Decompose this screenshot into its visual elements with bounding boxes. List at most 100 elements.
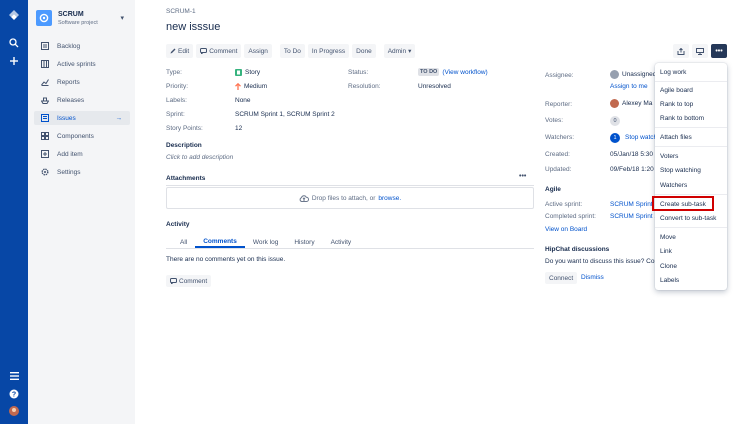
admin-button[interactable]: Admin ▾ (383, 44, 416, 58)
attachments-divider (166, 185, 534, 186)
gear-icon (40, 168, 49, 177)
tab-activity[interactable]: Activity (323, 236, 360, 248)
todo-button[interactable]: To Do (279, 44, 305, 58)
issue-title[interactable]: new isssue (166, 21, 220, 33)
project-sidebar: SCRUM Software project ▾ Backlog Active … (28, 0, 135, 424)
menu-item-watchers[interactable]: Watchers (655, 179, 727, 191)
sidebar-item-active-sprints[interactable]: Active sprints (34, 57, 130, 71)
attachments-heading: Attachments (166, 175, 206, 182)
help-icon[interactable]: ? (0, 389, 28, 399)
attachments-menu-icon[interactable]: ••• (519, 173, 526, 180)
menu-item-clone[interactable]: Clone (655, 260, 727, 272)
menu-item-rank-top[interactable]: Rank to top (655, 98, 727, 110)
sidebar-item-issues[interactable]: Issues → (34, 111, 130, 125)
labels-label: Labels: (166, 97, 187, 104)
menu-item-agile-board[interactable]: Agile board (655, 84, 727, 96)
labels-value[interactable]: None (235, 97, 251, 104)
sidebar-item-components[interactable]: Components (34, 129, 130, 143)
chevron-down-icon[interactable]: ▾ (120, 14, 124, 22)
admin-label: Admin (387, 47, 407, 55)
menu-item-move[interactable]: Move (655, 231, 727, 243)
menu-item-attach-files[interactable]: Attach files (655, 131, 727, 143)
completed-sprint-link[interactable]: SCRUM Sprint 1 (610, 213, 658, 220)
menu-item-rank-bottom[interactable]: Rank to bottom (655, 112, 727, 124)
assign-button[interactable]: Assign (244, 44, 272, 58)
menu-item-link[interactable]: Link (655, 245, 727, 257)
sidebar-item-releases[interactable]: Releases (34, 93, 130, 107)
attachment-dropzone[interactable]: Drop files to attach, or browse. (166, 187, 534, 209)
create-plus-icon[interactable] (0, 56, 28, 66)
menu-item-labels[interactable]: Labels (655, 274, 727, 286)
menu-item-stop-watching[interactable]: Stop watching (655, 164, 727, 176)
watchers-count[interactable]: 1 (610, 133, 620, 143)
type-value[interactable]: Story (235, 69, 260, 76)
search-icon[interactable] (0, 38, 28, 48)
active-sprint-link[interactable]: SCRUM Sprint (610, 201, 653, 208)
view-workflow-link[interactable]: (View workflow) (442, 69, 487, 76)
export-button[interactable] (692, 44, 708, 58)
menu-item-log-work[interactable]: Log work (655, 66, 727, 78)
tabs-divider (166, 248, 534, 249)
tab-all[interactable]: All (172, 236, 195, 248)
in-progress-button[interactable]: In Progress (307, 44, 350, 58)
menu-icon[interactable] (0, 372, 28, 380)
menu-item-convert-subtask[interactable]: Convert to sub-task (655, 212, 727, 224)
sidebar-item-label: Settings (57, 168, 81, 176)
sidebar-item-label: Releases (57, 96, 85, 104)
components-icon (40, 132, 49, 141)
menu-item-voters[interactable]: Voters (655, 150, 727, 162)
story-points-value[interactable]: 12 (235, 125, 242, 132)
arrow-up-icon (235, 83, 241, 90)
tab-work-log[interactable]: Work log (245, 236, 287, 248)
arrow-right-icon: → (115, 114, 123, 122)
jira-logo-icon[interactable] (0, 10, 28, 22)
issue-view: SCRUM-1 new isssue Edit Comment Assign T… (135, 0, 736, 424)
comment-button[interactable]: Comment (196, 44, 242, 58)
menu-divider (655, 146, 727, 147)
chevron-down-icon: ▾ (408, 48, 412, 55)
resolution-label: Resolution: (348, 83, 381, 90)
stop-watching-link[interactable]: Stop watch (625, 134, 657, 141)
assign-to-me-link[interactable]: Assign to me (610, 83, 648, 90)
tab-history[interactable]: History (286, 236, 322, 248)
project-name: SCRUM (58, 11, 84, 18)
type-text: Story (245, 69, 261, 76)
user-avatar-icon[interactable] (0, 406, 28, 416)
sidebar-item-label: Components (57, 132, 94, 140)
cloud-upload-icon (299, 194, 309, 202)
created-value: 05/Jan/18 5:30 P (610, 151, 660, 158)
issue-toolbar: Edit Comment Assign To Do In Progress Do… (166, 44, 416, 58)
assignee-value[interactable]: Unassigned (610, 70, 656, 79)
sidebar-item-settings[interactable]: Settings (34, 165, 130, 179)
global-nav: ? (0, 0, 28, 424)
comment-label: Comment (209, 47, 238, 55)
project-header[interactable]: SCRUM Software project ▾ (36, 10, 128, 30)
tab-comments[interactable]: Comments (195, 236, 245, 248)
sidebar-item-label: Active sprints (57, 60, 96, 68)
issue-key-breadcrumb[interactable]: SCRUM-1 (166, 8, 196, 15)
sidebar-item-label: Backlog (57, 42, 81, 50)
view-on-board-link[interactable]: View on Board (545, 226, 587, 233)
sidebar-item-label: Reports (57, 78, 80, 86)
connect-button[interactable]: Connect (545, 272, 578, 284)
description-placeholder[interactable]: Click to add description (166, 154, 233, 161)
comment-icon (170, 278, 177, 284)
votes-count[interactable]: 0 (610, 116, 620, 126)
more-actions-button[interactable]: ••• (711, 44, 727, 58)
sidebar-item-add-item[interactable]: Add item (34, 147, 130, 161)
reporter-value[interactable]: Alexey Ma (610, 99, 652, 108)
sidebar-item-reports[interactable]: Reports (34, 75, 130, 89)
browse-link[interactable]: browse. (378, 195, 401, 202)
done-button[interactable]: Done (352, 44, 376, 58)
share-button[interactable] (673, 44, 689, 58)
story-icon (235, 69, 242, 76)
sidebar-item-backlog[interactable]: Backlog (34, 39, 130, 53)
dismiss-link[interactable]: Dismiss (581, 274, 604, 281)
sprint-value[interactable]: SCRUM Sprint 1, SCRUM Sprint 2 (235, 111, 335, 118)
project-avatar (36, 10, 52, 26)
priority-value[interactable]: Medium (235, 83, 267, 90)
edit-button[interactable]: Edit (166, 44, 194, 58)
comment-button-label: Comment (179, 277, 208, 285)
add-comment-button[interactable]: Comment (166, 275, 212, 287)
add-item-icon (40, 150, 49, 159)
